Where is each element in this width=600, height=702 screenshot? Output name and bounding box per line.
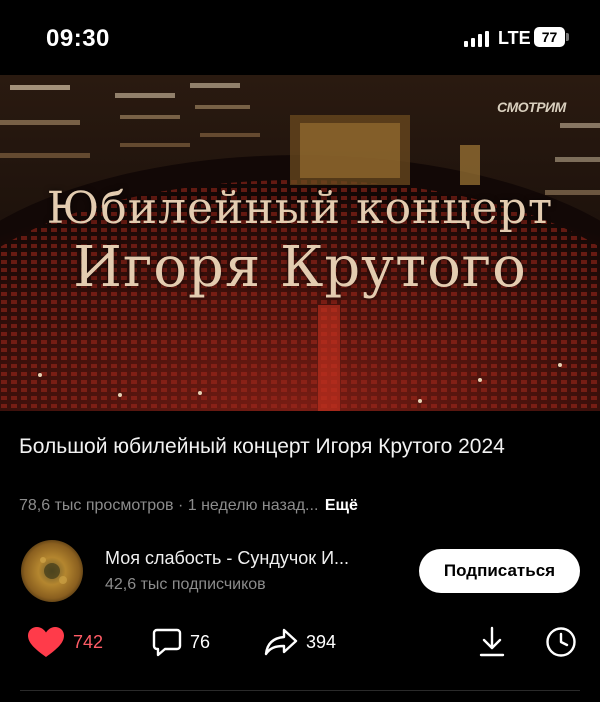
clock-time: 09:30 [46, 25, 110, 52]
battery-level: 77 [534, 27, 565, 47]
comment-icon [152, 628, 182, 657]
heart-icon [28, 627, 64, 657]
channel-watermark: СМОТРИМ [497, 99, 566, 115]
battery-icon: 77 [534, 27, 569, 47]
video-title: Большой юбилейный концерт Игоря Крутого … [19, 435, 505, 458]
video-player[interactable]: СМОТРИМ Юбилейный концерт Игоря Крутого [0, 75, 600, 411]
download-icon [479, 626, 505, 657]
clock-icon [546, 627, 576, 657]
subscriber-count: 42,6 тыс подписчиков [105, 576, 266, 593]
video-meta: 78,6 тыс просмотров · 1 неделю назад... … [19, 497, 358, 515]
download-button[interactable] [478, 624, 506, 660]
share-count: 394 [306, 631, 337, 652]
meta-separator: · [173, 497, 188, 514]
video-overlay-title-line1: Юбилейный концерт [46, 183, 554, 234]
video-overlay-title-line2: Игоря Крутого [73, 235, 527, 300]
channel-name[interactable]: Моя слабость - Сундучок И... [105, 548, 349, 569]
like-button[interactable]: 742 [27, 624, 103, 660]
view-count: 78,6 тыс просмотров [19, 497, 174, 514]
upload-age: 1 неделю назад... [187, 497, 319, 514]
share-button[interactable]: 394 [264, 624, 336, 660]
comment-button[interactable]: 76 [152, 624, 210, 660]
signal-strength-icon [464, 31, 489, 47]
subscribe-button[interactable]: Подписаться [419, 549, 580, 593]
network-type: LTE [498, 28, 531, 48]
status-bar: 09:30 LTE 77 [0, 0, 600, 75]
watch-later-button[interactable] [545, 624, 577, 660]
divider [20, 690, 580, 691]
share-icon [264, 628, 298, 656]
comment-count: 76 [190, 631, 211, 652]
channel-avatar[interactable] [21, 540, 83, 602]
like-count: 742 [73, 631, 104, 652]
more-link[interactable]: Ещё [325, 497, 358, 514]
